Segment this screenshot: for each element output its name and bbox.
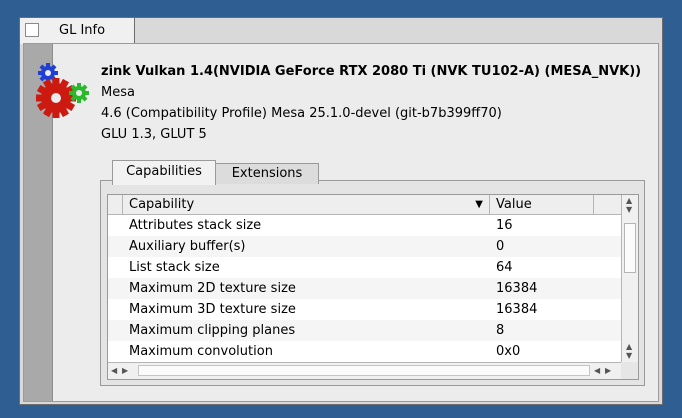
scroll-up-arrow-icon[interactable]: ▲ <box>626 197 632 205</box>
scroll-down-arrow-icon[interactable]: ▼ <box>626 206 632 214</box>
window-title-tab[interactable]: GL Info <box>19 17 135 44</box>
capability-cell: List stack size <box>129 260 220 275</box>
column-header-value[interactable]: Value <box>490 195 594 214</box>
scroll-left-arrow-icon[interactable]: ◀ <box>111 367 117 375</box>
capability-cell: Attributes stack size <box>129 218 262 233</box>
scroll-right-arrow-icon[interactable]: ▶ <box>122 367 128 375</box>
tab-extensions[interactable]: Extensions <box>215 163 319 184</box>
column-header-capability[interactable]: Capability ▼ <box>123 195 490 214</box>
value-cell: 8 <box>496 323 505 338</box>
scrollbar-corner <box>621 362 638 379</box>
content-frame: zink Vulkan 1.4(NVIDIA GeForce RTX 2080 … <box>23 43 659 402</box>
table-row[interactable]: Maximum 2D texture size 16384 <box>108 278 622 299</box>
value-cell: 0x0 <box>496 344 521 359</box>
vertical-scroll-thumb[interactable] <box>624 223 636 273</box>
capability-cell: Maximum convolution <box>129 344 273 359</box>
capability-cell: Auxiliary buffer(s) <box>129 239 246 254</box>
value-cell: 16384 <box>496 302 538 317</box>
capabilities-table: Capability ▼ Value Attributes stack size… <box>107 194 639 380</box>
horizontal-scroll-thumb[interactable] <box>138 365 590 376</box>
table-row[interactable]: Auxiliary buffer(s) 0 <box>108 236 622 257</box>
vertical-scrollbar[interactable]: ▲ ▼ ▲ ▼ <box>621 195 638 362</box>
table-row[interactable]: Maximum convolution 0x0 <box>108 341 622 362</box>
scroll-left-arrow-icon[interactable]: ◀ <box>594 367 600 375</box>
value-cell: 16384 <box>496 281 538 296</box>
table-row[interactable]: Maximum clipping planes 8 <box>108 320 622 341</box>
table-row[interactable]: Attributes stack size 16 <box>108 215 622 236</box>
value-cell: 0 <box>496 239 505 254</box>
scroll-up-arrow-icon[interactable]: ▲ <box>626 343 632 351</box>
renderer-string: zink Vulkan 1.4(NVIDIA GeForce RTX 2080 … <box>101 64 642 79</box>
gears-icon <box>36 63 89 118</box>
table-row[interactable]: List stack size 64 <box>108 257 622 278</box>
header-spacer <box>108 195 123 214</box>
scroll-right-arrow-icon[interactable]: ▶ <box>605 367 611 375</box>
table-header: Capability ▼ Value <box>108 195 622 215</box>
window-title: GL Info <box>59 23 106 38</box>
value-cell: 16 <box>496 218 513 233</box>
horizontal-scrollbar[interactable]: ◀ ▶ ◀ ▶ <box>108 362 622 379</box>
gl-info-window: GL Info zink Vulkan 1.4(NVIDIA GeForce R… <box>19 17 663 405</box>
value-cell: 64 <box>496 260 513 275</box>
sort-down-arrow-icon: ▼ <box>475 199 483 210</box>
close-icon[interactable] <box>25 23 39 37</box>
table-row[interactable]: Maximum 3D texture size 16384 <box>108 299 622 320</box>
scroll-down-arrow-icon[interactable]: ▼ <box>626 352 632 360</box>
vendor-string: Mesa <box>101 85 135 100</box>
capability-cell: Maximum 2D texture size <box>129 281 296 296</box>
version-string: 4.6 (Compatibility Profile) Mesa 25.1.0-… <box>101 106 502 121</box>
tab-capabilities[interactable]: Capabilities <box>112 160 216 185</box>
glu-glut-string: GLU 1.3, GLUT 5 <box>101 127 207 142</box>
capability-cell: Maximum clipping planes <box>129 323 296 338</box>
capability-cell: Maximum 3D texture size <box>129 302 296 317</box>
